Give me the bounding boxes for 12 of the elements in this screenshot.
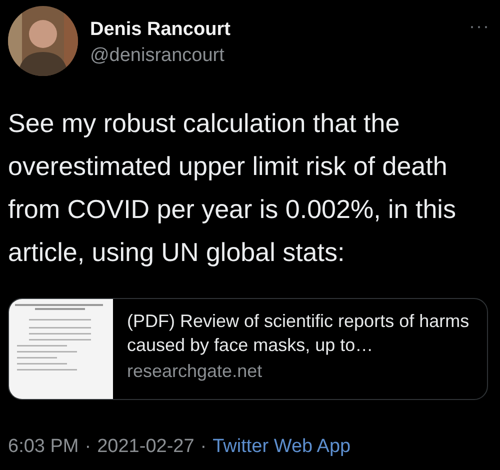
more-button[interactable]: ··· (469, 6, 490, 37)
link-title[interactable]: (PDF) Review of scientific reports of harms caused by face masks, up to… (127, 309, 477, 357)
separator-dot: · (200, 436, 207, 458)
tweet-date: 2021-02-27 (97, 436, 194, 458)
tweet-text: See my robust calculation that the overestimated upper limit risk of death from COVID per year is 0.002%, in this article, using UN global stats: (8, 107, 457, 269)
link-card[interactable]: (PDF) Review of scientific reports of harms caused by face masks, up to… researchgate.net (8, 298, 488, 400)
source-link[interactable]: Twitter Web App (212, 436, 351, 458)
link-domain: researchgate.net (127, 360, 264, 383)
tweet-time: 6:03 PM (8, 436, 79, 458)
separator-dot: · (84, 436, 92, 458)
author-name[interactable]: Denis Rancourt (90, 19, 458, 41)
author-handle[interactable]: @denisrancourt (90, 45, 458, 67)
